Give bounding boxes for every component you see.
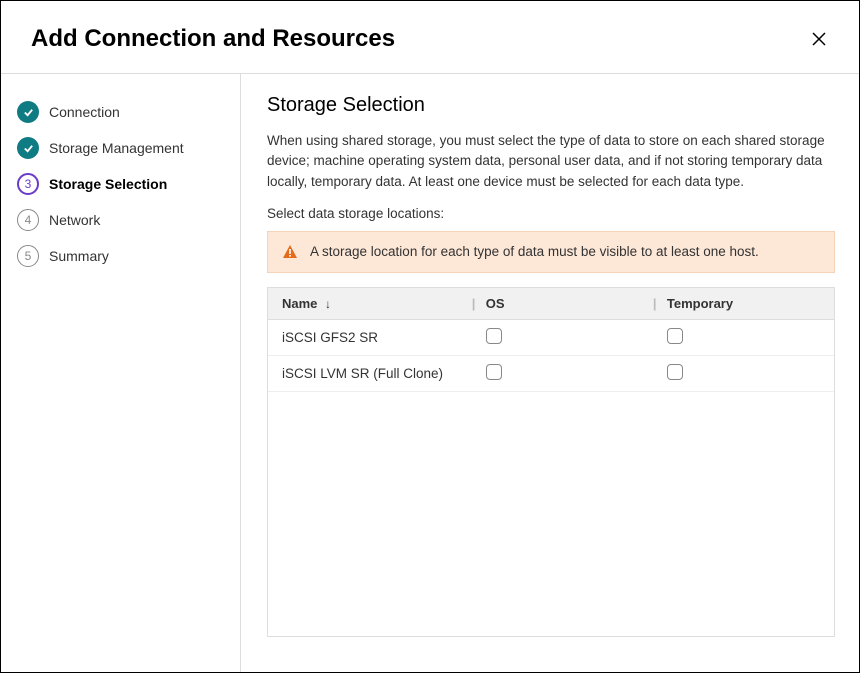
temporary-checkbox[interactable]	[667, 328, 683, 344]
os-checkbox[interactable]	[486, 328, 502, 344]
step-label: Storage Selection	[49, 176, 167, 192]
page-description: When using shared storage, you must sele…	[267, 131, 835, 192]
step-number-icon: 3	[17, 173, 39, 195]
os-checkbox[interactable]	[486, 364, 502, 380]
temporary-checkbox[interactable]	[667, 364, 683, 380]
wizard-sidebar: Connection Storage Management 3 Storage …	[1, 74, 241, 672]
step-label: Storage Management	[49, 140, 184, 156]
warning-icon	[282, 244, 298, 260]
storage-name-cell: iSCSI LVM SR (Full Clone)	[268, 355, 472, 391]
warning-text: A storage location for each type of data…	[310, 244, 759, 259]
dialog-header: Add Connection and Resources	[1, 1, 859, 73]
step-label: Network	[49, 212, 100, 228]
select-label: Select data storage locations:	[267, 206, 835, 221]
step-storage-selection[interactable]: 3 Storage Selection	[17, 166, 224, 202]
column-header-os[interactable]: OS	[472, 288, 653, 320]
check-icon	[17, 137, 39, 159]
step-storage-management[interactable]: Storage Management	[17, 130, 224, 166]
page-title: Storage Selection	[267, 94, 835, 117]
column-header-name[interactable]: Name ↓	[268, 288, 472, 320]
warning-alert: A storage location for each type of data…	[267, 231, 835, 273]
step-number-icon: 4	[17, 209, 39, 231]
step-label: Connection	[49, 104, 120, 120]
dialog-body: Connection Storage Management 3 Storage …	[1, 74, 859, 672]
storage-table: Name ↓ OS Temporary	[268, 288, 834, 392]
wizard-dialog: Add Connection and Resources Connection …	[0, 0, 860, 673]
storage-table-container: Name ↓ OS Temporary	[267, 287, 835, 637]
dialog-title: Add Connection and Resources	[31, 25, 395, 53]
wizard-main: Storage Selection When using shared stor…	[241, 74, 859, 672]
storage-name-cell: iSCSI GFS2 SR	[268, 319, 472, 355]
step-network[interactable]: 4 Network	[17, 202, 224, 238]
step-summary[interactable]: 5 Summary	[17, 238, 224, 274]
table-row: iSCSI LVM SR (Full Clone)	[268, 355, 834, 391]
close-icon[interactable]	[809, 29, 829, 49]
check-icon	[17, 101, 39, 123]
step-number-icon: 5	[17, 245, 39, 267]
step-connection[interactable]: Connection	[17, 94, 224, 130]
column-header-temporary[interactable]: Temporary	[653, 288, 834, 320]
step-label: Summary	[49, 248, 109, 264]
sort-down-icon: ↓	[325, 297, 331, 311]
table-row: iSCSI GFS2 SR	[268, 319, 834, 355]
